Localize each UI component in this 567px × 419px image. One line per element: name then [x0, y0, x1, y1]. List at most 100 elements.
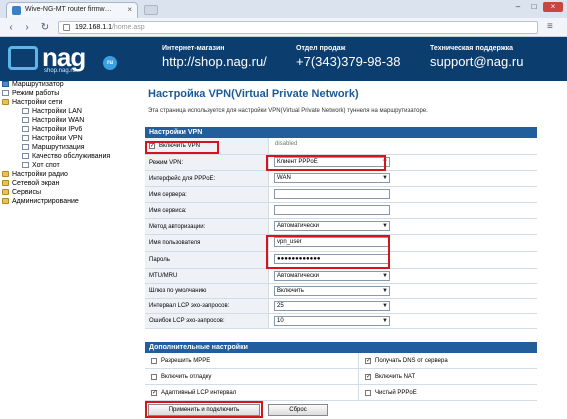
page-icon: [22, 135, 29, 141]
sidebar-item-radio[interactable]: Настройки радио: [2, 171, 68, 179]
default-gateway-row: Шлюз по умолчанию Включить ▼: [145, 284, 537, 299]
support-label: Техническая поддержка: [430, 45, 514, 52]
support-email[interactable]: support@nag.ru: [430, 54, 523, 69]
sidebar-item-label: Маршрутизация: [32, 144, 85, 151]
lcp-failures-select[interactable]: 10 ▼: [274, 316, 390, 326]
chevron-down-icon: ▼: [382, 223, 388, 229]
adaptive-lcp-option[interactable]: ✓ Адаптивный LCP интервал: [145, 385, 359, 401]
service-name-input[interactable]: [274, 205, 390, 215]
option-label: Разрешить MPPE: [161, 358, 211, 364]
sidebar-item-lan[interactable]: Настройки LAN: [22, 108, 82, 116]
nat-option[interactable]: ✓ Включить NAT: [359, 369, 537, 385]
service-name-row: Имя сервиса:: [145, 203, 537, 219]
row-label: Ошибок LCP эхо-запросов:: [145, 314, 269, 328]
sidebar-item-label: Сервисы: [12, 189, 42, 196]
shop-url[interactable]: http://shop.nag.ru/: [162, 54, 267, 69]
page-title: Настройка VPN(Virtual Private Network): [148, 88, 359, 100]
sidebar-item-label: Настройки IPv6: [32, 126, 83, 133]
reset-button[interactable]: Сброс: [268, 404, 328, 416]
page-icon: [22, 108, 29, 114]
folder-icon: [2, 198, 9, 204]
tab-title: Wive-NG-MT router firmw…: [25, 6, 112, 13]
adaptive-lcp-checkbox[interactable]: ✓: [151, 390, 157, 396]
highlight-apply-button: [145, 401, 263, 418]
site-banner: nag ru shop.nag.ru Интернет-магазин http…: [0, 37, 567, 81]
mppe-option[interactable]: Разрешить MPPE: [145, 353, 359, 369]
advanced-row: Разрешить MPPE ✓ Получать DNS от сервера: [145, 353, 537, 369]
lcp-interval-row: Интервал LCP эхо-запросов: 25 ▼: [145, 299, 537, 314]
logo-badge: ru: [103, 56, 117, 70]
sidebar-item-routing[interactable]: Маршрутизация: [22, 144, 85, 152]
auth-method-select[interactable]: Автоматически ▼: [274, 221, 390, 231]
page-icon: [22, 153, 29, 159]
debug-checkbox[interactable]: [151, 374, 157, 380]
browser-menu-icon[interactable]: ≡: [547, 21, 553, 32]
sales-phone: +7(343)379-98-38: [296, 54, 401, 69]
select-value: 10: [277, 318, 284, 324]
sidebar-item-mode[interactable]: Режим работы: [2, 90, 59, 98]
back-button[interactable]: ‹: [4, 21, 18, 34]
page-icon: [63, 24, 70, 31]
sidebar-item-wan[interactable]: Настройки WAN: [22, 117, 84, 125]
folder-icon: [2, 171, 9, 177]
sidebar-item-hotspot[interactable]: Хот спот: [22, 162, 60, 170]
sidebar-item-network[interactable]: Настройки сети: [2, 99, 63, 107]
peer-dns-checkbox[interactable]: ✓: [365, 358, 371, 364]
folder-icon: [2, 189, 9, 195]
peer-dns-option[interactable]: ✓ Получать DNS от сервера: [359, 353, 537, 369]
chevron-down-icon: ▼: [382, 175, 388, 181]
browser-tab[interactable]: Wive-NG-MT router firmw… ×: [6, 2, 138, 18]
default-gateway-select[interactable]: Включить ▼: [274, 286, 390, 296]
mtu-mru-row: MTU/MRU Автоматически ▼: [145, 269, 537, 284]
mtu-mru-select[interactable]: Автоматически ▼: [274, 271, 390, 281]
sidebar-item-services[interactable]: Сервисы: [2, 189, 41, 197]
option-label: Включить отладку: [161, 374, 212, 380]
reload-button[interactable]: ↻: [38, 21, 52, 34]
new-tab-button[interactable]: [144, 5, 158, 15]
sidebar-item-firewall[interactable]: Сетевой экран: [2, 180, 59, 188]
pppoe-interface-row: Интерфейс для PPPoE: WAN ▼: [145, 171, 537, 187]
sidebar-item-vpn[interactable]: Настройки VPN: [22, 135, 83, 143]
row-label: Режим VPN:: [145, 155, 269, 170]
favicon-icon: [12, 6, 21, 15]
option-label: Чистый PPPoE: [375, 390, 417, 396]
row-label: Интервал LCP эхо-запросов:: [145, 299, 269, 313]
minimize-button[interactable]: –: [511, 2, 525, 12]
server-name-input[interactable]: [274, 189, 390, 199]
sidebar-item-admin[interactable]: Администрирование: [2, 198, 79, 206]
sales-contact: Отдел продаж +7(343)379-98-38: [296, 45, 400, 69]
advanced-settings-heading: Дополнительные настройки: [145, 342, 537, 353]
browser-tab-bar: Wive-NG-MT router firmw… × – □ ×: [0, 0, 567, 18]
url-input[interactable]: 192.168.1.1/home.asp: [58, 21, 538, 34]
select-value: WAN: [277, 175, 291, 181]
sidebar-item-ipv6[interactable]: Настройки IPv6: [22, 126, 82, 134]
pure-pppoe-option[interactable]: Чистый PPPoE: [359, 385, 537, 401]
pure-pppoe-checkbox[interactable]: [365, 390, 371, 396]
page-icon: [2, 90, 9, 96]
close-window-button[interactable]: ×: [543, 2, 563, 12]
select-value: Автоматически: [277, 273, 319, 279]
lcp-interval-select[interactable]: 25 ▼: [274, 301, 390, 311]
nag-logo[interactable]: nag ru shop.nag.ru: [8, 42, 117, 76]
lcp-failures-row: Ошибок LCP эхо-запросов: 10 ▼: [145, 314, 537, 329]
main-content: Настройка VPN(Virtual Private Network) Э…: [140, 81, 567, 419]
chevron-down-icon: ▼: [382, 318, 388, 324]
sidebar-item-label: Настройки радио: [12, 171, 68, 178]
pppoe-interface-select[interactable]: WAN ▼: [274, 173, 390, 183]
chevron-down-icon: ▼: [382, 303, 388, 309]
mppe-checkbox[interactable]: [151, 358, 157, 364]
sidebar-item-qos[interactable]: Качество обслуживания: [22, 153, 110, 161]
maximize-button[interactable]: □: [527, 2, 541, 12]
highlight-enable-vpn: [145, 141, 219, 154]
tab-close-icon[interactable]: ×: [127, 5, 132, 14]
forward-button[interactable]: ›: [20, 21, 34, 34]
shop-contact: Интернет-магазин http://shop.nag.ru/: [162, 45, 267, 69]
vpn-settings-heading: Настройки VPN: [145, 127, 537, 138]
row-label: Имя сервера:: [145, 187, 269, 202]
chevron-down-icon: ▼: [382, 273, 388, 279]
sidebar-tree: Маршрутизатор Режим работы Настройки сет…: [0, 81, 140, 419]
sidebar-item-router[interactable]: Маршрутизатор: [2, 81, 64, 89]
chevron-down-icon: ▼: [382, 288, 388, 294]
nat-checkbox[interactable]: ✓: [365, 374, 371, 380]
debug-option[interactable]: Включить отладку: [145, 369, 359, 385]
